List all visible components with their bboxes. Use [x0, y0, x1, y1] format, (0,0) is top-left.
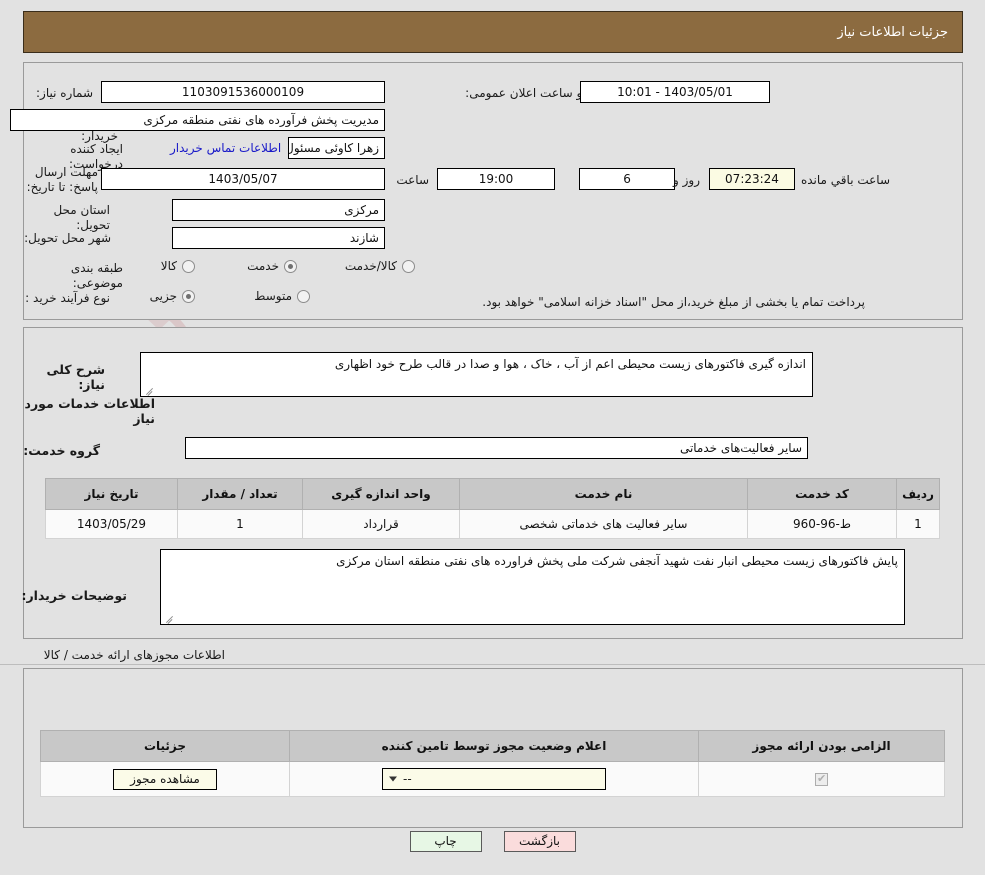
items-th-name: نام خدمت — [459, 478, 748, 510]
category-option-kala[interactable]: کالا — [161, 259, 195, 273]
page-header: جزئیات اطلاعات نیاز — [23, 11, 963, 53]
general-description-textarea[interactable]: اندازه گیری فاکتورهای زیست محیطی اعم از … — [140, 352, 813, 397]
permits-table-header-row: الزامی بودن ارائه مجوز اعلام وضعیت مجوز … — [40, 730, 945, 762]
delivery-city-label: شهر محل تحویل: — [24, 231, 111, 245]
process-option-motevaset-label: متوسط — [254, 289, 292, 303]
category-option-kala-label: کالا — [160, 259, 177, 273]
process-option-jozei[interactable]: جزیی — [150, 289, 195, 303]
general-description-text: اندازه گیری فاکتورهای زیست محیطی اعم از … — [334, 357, 806, 371]
days-left-field[interactable]: 6 — [579, 168, 675, 190]
items-th-quantity: تعداد / مقدار — [177, 478, 303, 510]
print-button[interactable]: چاپ — [409, 831, 482, 852]
permit-required-checkbox — [815, 772, 828, 786]
footer-button-row: بازگشت چاپ — [0, 831, 985, 852]
need-number-field[interactable]: 1103091536000109 — [101, 81, 385, 103]
request-creator-field[interactable]: زهرا کاوئی مسئول بهداشت کار صنعتی و حفاظ… — [288, 137, 385, 159]
permit-status-select[interactable]: -- — [382, 768, 606, 790]
category-option-khedmat-label: خدمت — [247, 259, 279, 273]
permits-td-details: مشاهده مجوز — [40, 761, 290, 797]
view-permit-button[interactable]: مشاهده مجوز — [113, 768, 217, 790]
deadline-date-field[interactable]: 1403/05/07 — [101, 168, 385, 190]
permit-status-value: -- — [403, 772, 412, 786]
resize-handle-icon[interactable] — [164, 612, 174, 622]
divider — [0, 664, 985, 665]
purchase-process-label: نوع فرآیند خرید : — [25, 291, 110, 305]
items-td-date: 1403/05/29 — [45, 509, 178, 539]
response-deadline-label: مهلت ارسال پاسخ: تا تاریخ: — [26, 165, 98, 194]
items-th-unit: واحد اندازه گیری — [302, 478, 460, 510]
items-th-date: تاریخ نیاز — [45, 478, 178, 510]
buyer-notes-label: توضیحات خریدار: — [21, 588, 127, 603]
process-option-jozei-label: جزیی — [149, 289, 177, 303]
items-table-header-row: ردیف کد خدمت نام خدمت واحد اندازه گیری ت… — [45, 478, 940, 510]
chevron-down-icon — [389, 776, 397, 782]
radio-kala-khedmat-icon[interactable] — [402, 259, 415, 273]
page-title: جزئیات اطلاعات نیاز — [837, 24, 948, 40]
buyer-notes-textarea[interactable]: پایش فاکتورهای زیست محیطی انبار نفت شهید… — [160, 549, 905, 625]
service-items-table: ردیف کد خدمت نام خدمت واحد اندازه گیری ت… — [45, 478, 940, 539]
items-td-row: 1 — [896, 509, 940, 539]
service-group-field[interactable]: سایر فعالیت‌های خدماتی — [185, 437, 808, 459]
items-td-quantity: 1 — [177, 509, 303, 539]
buyer-contact-link[interactable]: اطلاعات تماس خریدار — [170, 141, 281, 155]
need-number-label: شماره نیاز: — [36, 86, 93, 100]
items-td-unit: قرارداد — [302, 509, 460, 539]
table-row: -- مشاهده مجوز — [40, 761, 945, 797]
deadline-time-label: ساعت — [396, 173, 429, 187]
deadline-time-field[interactable]: 19:00 — [437, 168, 555, 190]
permits-section-title: اطلاعات مجوزهای ارائه خدمت / کالا — [43, 648, 225, 662]
days-left-unit: روز و — [673, 173, 700, 187]
items-td-code: ط-96-960 — [747, 509, 897, 539]
announce-datetime-field[interactable]: 1403/05/01 - 10:01 — [580, 81, 770, 103]
category-option-khedmat[interactable]: خدمت — [247, 259, 297, 273]
permits-td-status: -- — [289, 761, 699, 797]
permits-table: الزامی بودن ارائه مجوز اعلام وضعیت مجوز … — [40, 730, 945, 797]
table-row: 1 ط-96-960 سایر فعالیت های خدماتی شخصی ق… — [45, 509, 940, 539]
countdown-suffix: ساعت باقي مانده — [800, 173, 890, 187]
delivery-province-field[interactable]: مرکزی — [172, 199, 385, 221]
delivery-province-label: استان محل تحویل: — [53, 203, 110, 232]
process-option-motevaset[interactable]: متوسط — [254, 289, 310, 303]
permits-td-required — [698, 761, 945, 797]
treasury-note: پرداخت تمام یا بخشی از مبلغ خرید،از محل … — [482, 295, 865, 309]
delivery-city-field[interactable]: شازند — [172, 227, 385, 249]
permits-th-required: الزامی بودن ارائه مجوز — [698, 730, 945, 762]
category-option-kala-khedmat-label: کالا/خدمت — [344, 259, 397, 273]
page-root: ✓ ⤵ AriaTender.net جزئیات اطلاعات نیاز ش… — [0, 0, 985, 875]
radio-khedmat-icon[interactable] — [284, 259, 297, 273]
items-th-code: کد خدمت — [747, 478, 897, 510]
buyer-org-field[interactable]: مدیریت پخش فرآورده های نفتی منطقه مرکزی — [10, 109, 385, 131]
subject-category-label: طبقه بندی موضوعی: — [70, 261, 123, 290]
permits-th-details: جزئیات — [40, 730, 290, 762]
countdown-field: 07:23:24 — [709, 168, 795, 190]
resize-handle-icon[interactable] — [144, 384, 154, 394]
services-section-heading: اطلاعات خدمات مورد نیاز — [24, 396, 155, 426]
items-th-row: ردیف — [896, 478, 940, 510]
back-button[interactable]: بازگشت — [503, 831, 576, 852]
category-option-kala-khedmat[interactable]: کالا/خدمت — [345, 259, 415, 273]
service-group-label: گروه خدمت: — [23, 443, 100, 458]
buyer-notes-text: پایش فاکتورهای زیست محیطی انبار نفت شهید… — [336, 554, 898, 568]
radio-kala-icon[interactable] — [182, 259, 195, 273]
radio-motevaset-icon[interactable] — [297, 289, 310, 303]
general-description-label: شرح کلی نیاز: — [46, 362, 105, 392]
items-td-name: سایر فعالیت های خدماتی شخصی — [459, 509, 748, 539]
radio-jozei-icon[interactable] — [182, 289, 195, 303]
permits-th-status: اعلام وضعیت مجوز توسط تامین کننده — [289, 730, 699, 762]
